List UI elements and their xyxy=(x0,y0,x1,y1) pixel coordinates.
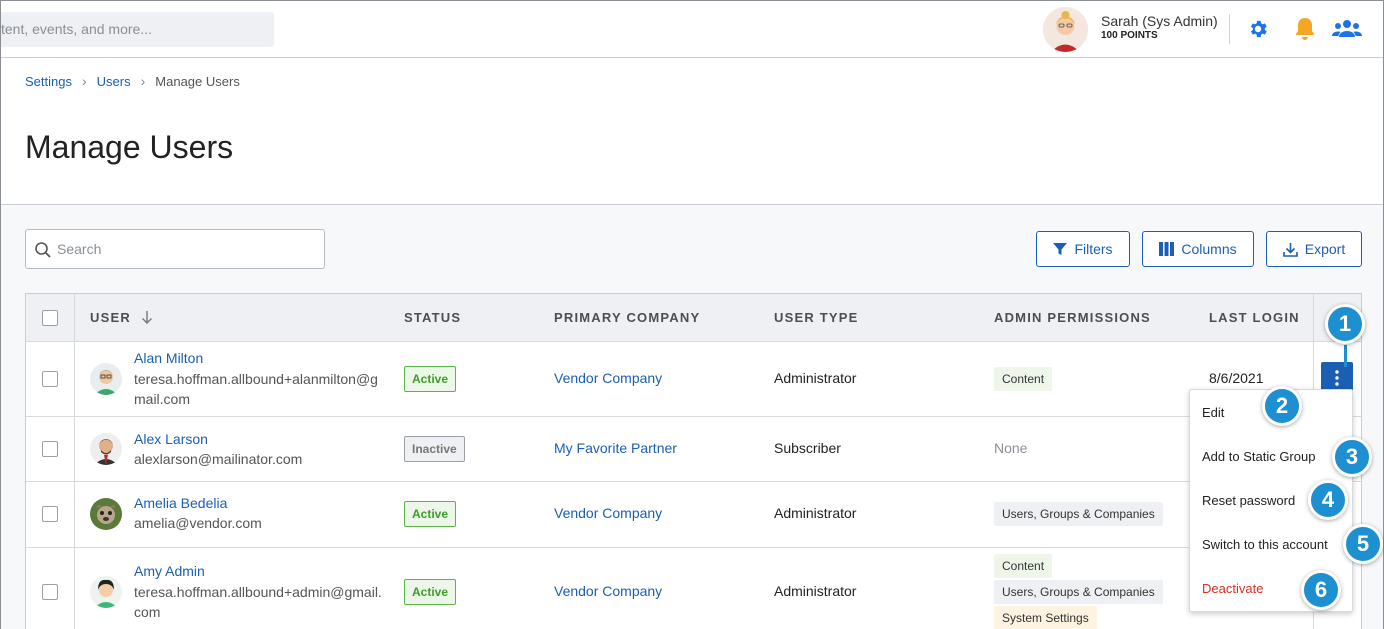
column-header-admin-permissions[interactable]: ADMIN PERMISSIONS xyxy=(994,310,1151,325)
callout-marker-6: 6 xyxy=(1301,570,1341,610)
select-all-checkbox[interactable] xyxy=(42,310,58,326)
callout-marker-4: 4 xyxy=(1308,480,1348,520)
columns-button-label: Columns xyxy=(1181,241,1237,257)
column-header-company[interactable]: PRIMARY COMPANY xyxy=(554,310,700,325)
column-header-user[interactable]: USER xyxy=(90,310,131,325)
profile-points: 100 POINTS xyxy=(1101,30,1158,41)
user-name-link[interactable]: Alex Larson xyxy=(134,431,208,447)
company-link[interactable]: My Favorite Partner xyxy=(554,440,677,456)
callout-marker-1: 1 xyxy=(1325,304,1365,344)
profile-avatar[interactable] xyxy=(1043,7,1088,52)
callout-marker-5: 5 xyxy=(1343,524,1383,564)
search-input[interactable]: Search xyxy=(25,229,325,269)
menu-item-reset-password[interactable]: Reset password xyxy=(1202,493,1295,508)
export-button[interactable]: Export xyxy=(1266,231,1362,267)
breadcrumb: Settings › Users › Manage Users xyxy=(25,73,240,89)
download-icon xyxy=(1282,242,1298,257)
chevron-right-icon: › xyxy=(140,73,146,89)
breadcrumb-settings[interactable]: Settings xyxy=(25,74,72,89)
header-divider xyxy=(1229,14,1230,44)
permission-none: None xyxy=(994,440,1028,456)
status-badge: Active xyxy=(404,579,457,605)
permission-tag: Users, Groups & Companies xyxy=(994,502,1163,526)
row-checkbox[interactable] xyxy=(42,506,58,522)
table-row: Alan Milton teresa.hoffman.allbound+alan… xyxy=(26,342,1361,417)
callout-marker-3: 3 xyxy=(1332,437,1372,477)
top-bar: tent, events, and more... Sarah (Sys Adm… xyxy=(1,1,1383,58)
user-type: Subscriber xyxy=(774,440,841,456)
filters-button-label: Filters xyxy=(1074,241,1113,257)
row-checkbox[interactable] xyxy=(42,441,58,457)
search-icon xyxy=(35,242,51,258)
users-group-icon[interactable] xyxy=(1332,16,1362,42)
column-divider xyxy=(1313,294,1314,341)
menu-item-switch-account[interactable]: Switch to this account xyxy=(1202,537,1328,552)
user-type: Administrator xyxy=(774,583,857,599)
callout-marker-2: 2 xyxy=(1262,386,1302,426)
users-table: USER STATUS PRIMARY COMPANY USER TYPE AD… xyxy=(25,293,1362,629)
avatar xyxy=(90,363,122,395)
permission-tag: Content xyxy=(994,367,1053,391)
profile-name[interactable]: Sarah (Sys Admin) xyxy=(1101,13,1218,29)
avatar xyxy=(90,576,122,608)
more-vertical-icon xyxy=(1335,370,1339,386)
user-type: Administrator xyxy=(774,505,857,521)
company-link[interactable]: Vendor Company xyxy=(554,370,662,386)
column-header-user-type[interactable]: USER TYPE xyxy=(774,310,858,325)
user-name-link[interactable]: Alan Milton xyxy=(134,350,203,366)
status-badge: Inactive xyxy=(404,436,465,462)
callout-connector xyxy=(1344,345,1347,367)
avatar xyxy=(90,433,122,465)
status-badge: Active xyxy=(404,501,457,527)
table-row: Amy Admin teresa.hoffman.allbound+admin@… xyxy=(26,548,1361,629)
user-name-link[interactable]: Amy Admin xyxy=(134,563,205,579)
columns-button[interactable]: Columns xyxy=(1142,231,1254,267)
user-type: Administrator xyxy=(774,370,857,386)
user-email: teresa.hoffman.allbound+alanmilton@gmail… xyxy=(134,371,378,407)
column-header-status[interactable]: STATUS xyxy=(404,310,461,325)
breadcrumb-current: Manage Users xyxy=(155,73,240,89)
menu-item-deactivate[interactable]: Deactivate xyxy=(1202,581,1263,596)
menu-item-add-to-static-group[interactable]: Add to Static Group xyxy=(1202,449,1315,464)
table-header: USER STATUS PRIMARY COMPANY USER TYPE AD… xyxy=(26,294,1361,342)
user-email: teresa.hoffman.allbound+admin@gmail.com xyxy=(134,584,382,620)
row-checkbox[interactable] xyxy=(42,371,58,387)
columns-icon xyxy=(1159,242,1175,256)
permission-tag: Users, Groups & Companies xyxy=(994,580,1163,604)
user-name-link[interactable]: Amelia Bedelia xyxy=(134,495,227,511)
global-search-input[interactable]: tent, events, and more... xyxy=(1,12,274,47)
search-placeholder: Search xyxy=(57,241,102,257)
breadcrumb-users[interactable]: Users xyxy=(97,74,131,89)
company-link[interactable]: Vendor Company xyxy=(554,505,662,521)
notification-bell-icon[interactable] xyxy=(1292,16,1318,42)
column-header-last-login[interactable]: LAST LOGIN xyxy=(1209,310,1300,325)
filters-button[interactable]: Filters xyxy=(1036,231,1130,267)
sort-arrow-down-icon[interactable] xyxy=(141,310,153,324)
menu-item-edit[interactable]: Edit xyxy=(1202,405,1224,420)
row-checkbox[interactable] xyxy=(42,584,58,600)
filter-icon xyxy=(1053,243,1068,255)
last-login: 8/6/2021 xyxy=(1209,370,1264,386)
company-link[interactable]: Vendor Company xyxy=(554,583,662,599)
export-button-label: Export xyxy=(1304,241,1346,257)
user-email: amelia@vendor.com xyxy=(134,515,262,531)
column-divider xyxy=(74,294,75,341)
user-email: alexlarson@mailinator.com xyxy=(134,451,303,467)
page-title: Manage Users xyxy=(25,129,234,165)
table-row: Amelia Bedelia amelia@vendor.com Active … xyxy=(26,482,1361,548)
table-row: Alex Larson alexlarson@mailinator.com In… xyxy=(26,417,1361,482)
status-badge: Active xyxy=(404,366,457,392)
settings-gear-icon[interactable] xyxy=(1245,16,1271,42)
avatar xyxy=(90,498,122,530)
permission-tag: System Settings xyxy=(994,606,1097,629)
chevron-right-icon: › xyxy=(81,73,87,89)
permission-tag: Content xyxy=(994,554,1053,578)
